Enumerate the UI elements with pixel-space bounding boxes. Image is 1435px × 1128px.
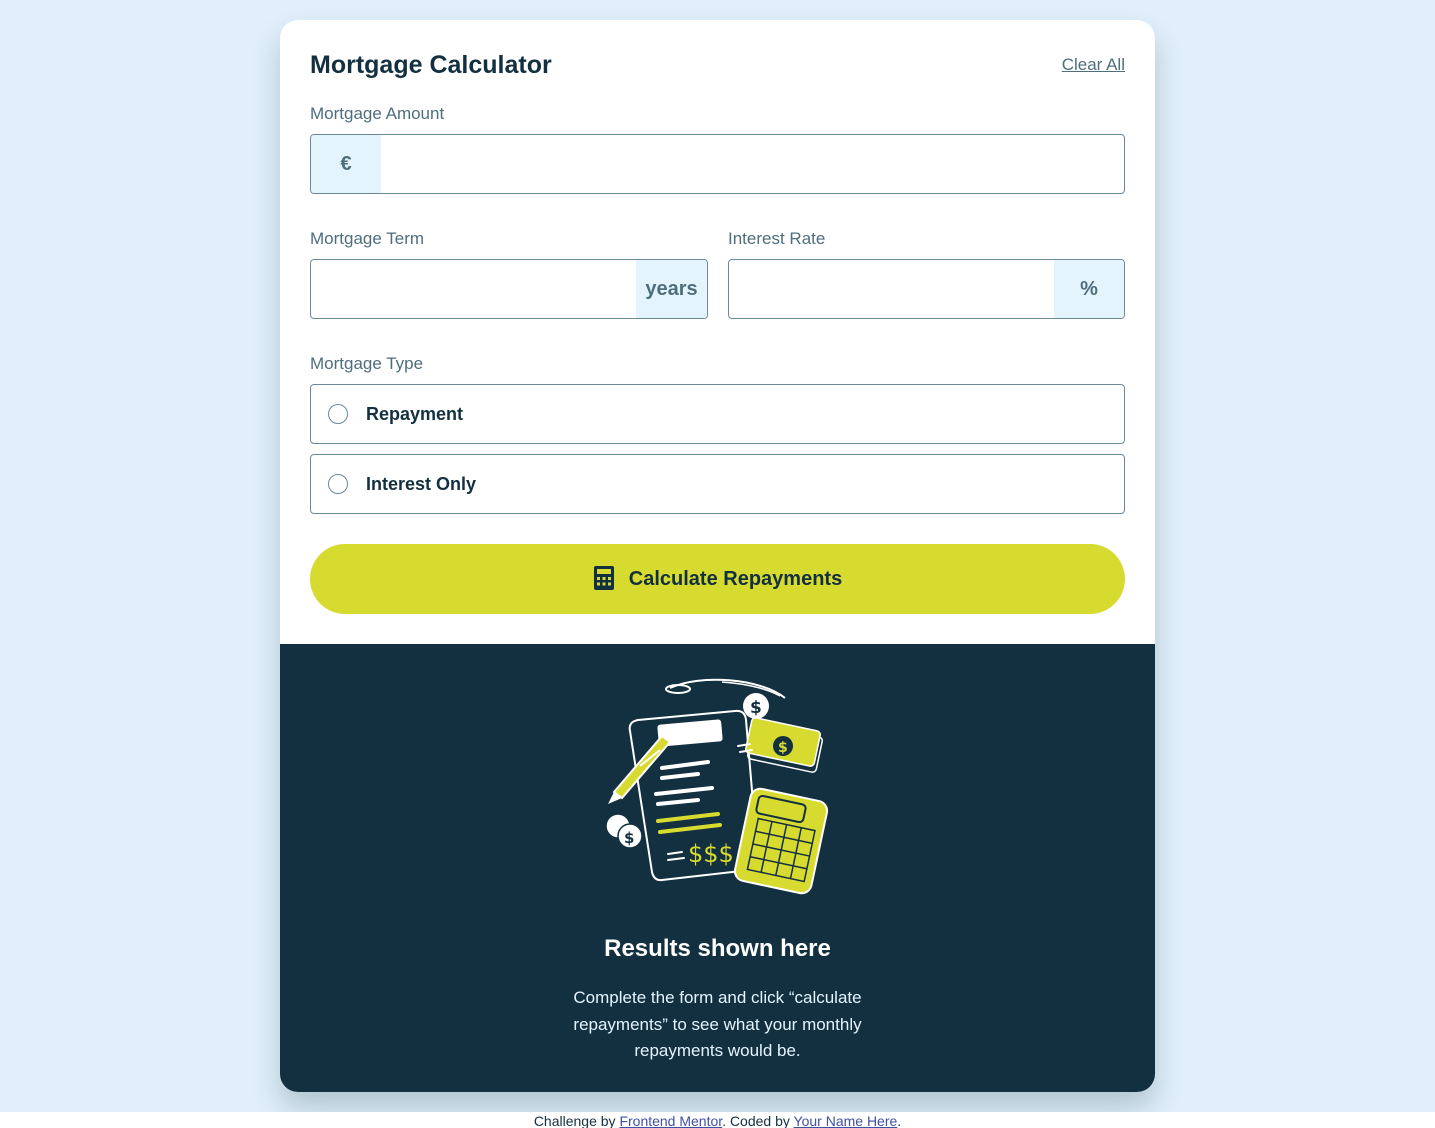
empty-results-illustration: $$$ $ $ $ bbox=[600, 676, 840, 901]
attribution-footer: Challenge by Frontend Mentor. Coded by Y… bbox=[0, 1112, 1435, 1128]
mortgage-type-label: Mortgage Type bbox=[310, 354, 424, 373]
mortgage-amount-field: € bbox=[310, 134, 1125, 194]
mortgage-amount-input[interactable] bbox=[381, 135, 1124, 193]
percent-suffix: % bbox=[1054, 260, 1124, 318]
radio-button-repayment[interactable] bbox=[328, 404, 348, 424]
mortgage-amount-label: Mortgage Amount bbox=[310, 104, 445, 123]
radio-repayment[interactable]: Repayment bbox=[310, 384, 1125, 444]
mortgage-term-label: Mortgage Term bbox=[310, 229, 425, 248]
currency-prefix: € bbox=[311, 135, 381, 193]
footer-prefix: Challenge by bbox=[533, 1113, 620, 1128]
calculator-icon bbox=[593, 565, 615, 593]
frontend-mentor-link[interactable]: Frontend Mentor bbox=[619, 1113, 722, 1128]
calculate-repayments-button[interactable]: Calculate Repayments bbox=[310, 544, 1125, 614]
svg-text:$$$: $$$ bbox=[688, 840, 734, 868]
interest-rate-input[interactable] bbox=[729, 260, 1054, 318]
calculator-card: Mortgage Calculator Clear All Mortgage A… bbox=[280, 20, 1155, 1092]
author-link[interactable]: Your Name Here bbox=[794, 1113, 898, 1128]
clear-all-link[interactable]: Clear All bbox=[1062, 55, 1125, 75]
radio-interest-only[interactable]: Interest Only bbox=[310, 454, 1125, 514]
mortgage-form: Mortgage Calculator Clear All Mortgage A… bbox=[280, 20, 1155, 644]
years-suffix: years bbox=[636, 260, 707, 318]
page-title: Mortgage Calculator bbox=[310, 51, 552, 79]
mortgage-term-field: years bbox=[310, 259, 708, 319]
calculate-button-label: Calculate Repayments bbox=[628, 567, 843, 590]
svg-text:$: $ bbox=[624, 829, 634, 847]
interest-rate-field: % bbox=[728, 259, 1125, 319]
footer-suffix: . bbox=[897, 1113, 902, 1128]
radio-label-interest-only: Interest Only bbox=[366, 473, 477, 494]
results-panel: $$$ $ $ $ Results shown here Complete th… bbox=[280, 644, 1155, 1092]
footer-middle: . Coded by bbox=[722, 1113, 794, 1128]
mortgage-term-input[interactable] bbox=[311, 260, 636, 318]
interest-rate-label: Interest Rate bbox=[728, 229, 826, 248]
results-title: Results shown here bbox=[604, 935, 831, 962]
results-description: Complete the form and click “calculate r… bbox=[573, 988, 862, 1060]
radio-button-interest-only[interactable] bbox=[328, 474, 348, 494]
svg-text:$: $ bbox=[750, 698, 762, 718]
svg-text:$: $ bbox=[778, 740, 788, 756]
radio-label-repayment: Repayment bbox=[366, 403, 464, 424]
